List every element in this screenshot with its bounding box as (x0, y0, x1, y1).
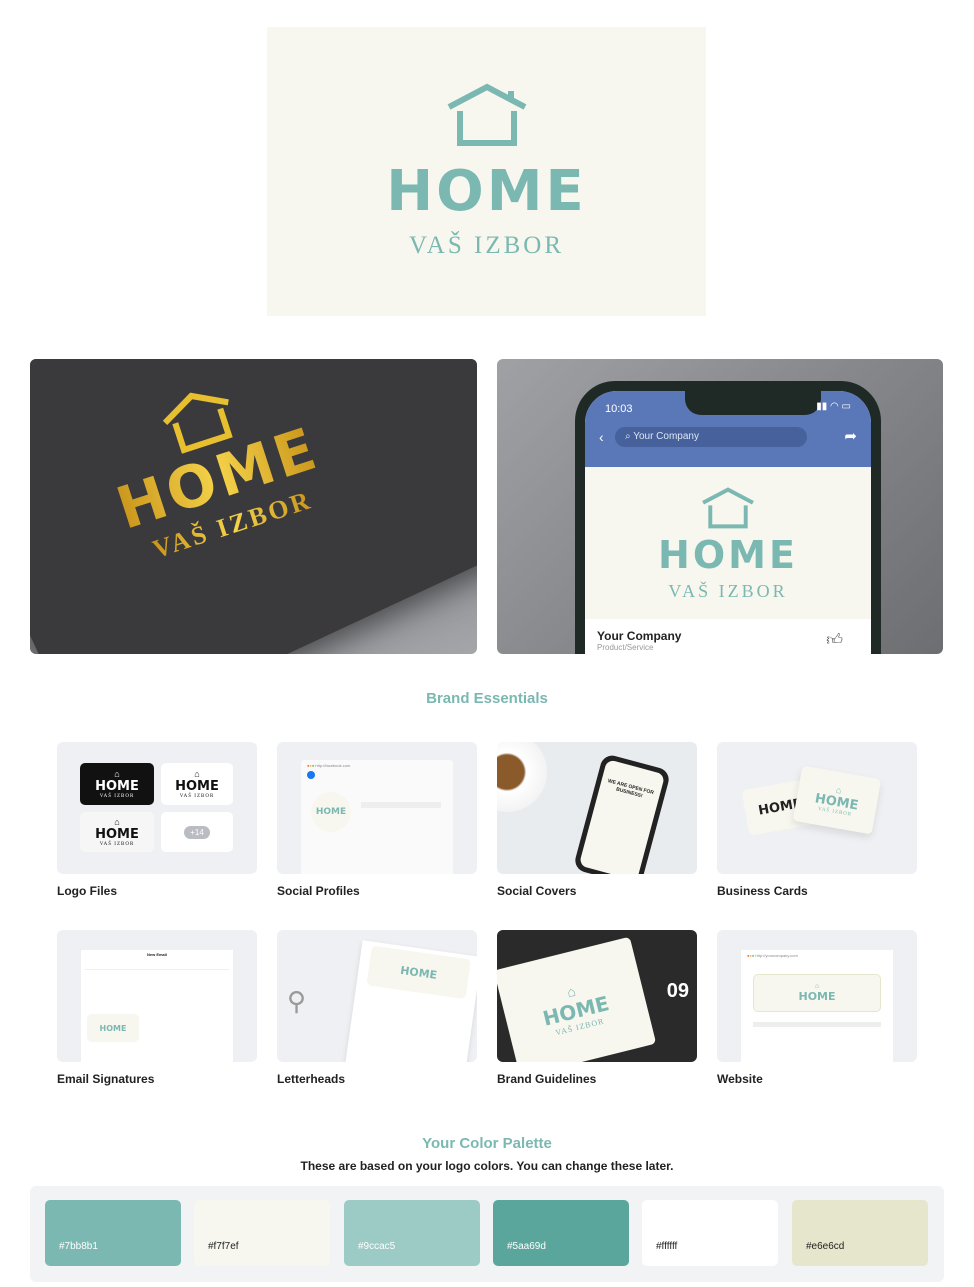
essential-label: Social Profiles (277, 884, 360, 898)
essential-business-cards[interactable]: HOME ⌂ HOME VAŠ IZBOR Business Cards (717, 742, 917, 898)
email-window-title: New Email (146, 952, 167, 957)
logo-name: HOME (386, 159, 587, 224)
more-count-badge: +14 (184, 825, 210, 839)
color-hex-label: #7bb8b1 (59, 1241, 98, 1252)
essential-website[interactable]: ●●● http://yourcompany.com ⌂ HOME Website (717, 930, 917, 1086)
essential-brand-guidelines[interactable]: 09 ⌂ HOME VAŠ IZBOR Brand Guidelines (497, 930, 697, 1086)
color-palette: #7bb8b1 #f7f7ef #9ccac5 #5aa69d #ffffff #e6e6… (30, 1186, 944, 1282)
share-icon[interactable]: ➦ (844, 427, 857, 445)
phone-logo-name: HOME (658, 533, 798, 577)
essential-label: Brand Guidelines (497, 1072, 597, 1086)
page-name: Your Company (597, 629, 682, 643)
browser-url: http://facebook.com (315, 763, 351, 768)
color-hex-label: #ffffff (656, 1241, 678, 1252)
status-time: 10:03 (605, 403, 633, 415)
search-bar[interactable]: ⌕ Your Company (615, 427, 807, 447)
house-icon (447, 83, 526, 146)
phone-logo-tagline: VAŠ IZBOR (668, 581, 788, 601)
essential-logo-files[interactable]: ⌂ HOME VAŠ IZBOR ⌂ HOME VAŠ IZBOR ⌂ HOME VAŠ I… (57, 742, 257, 898)
color-hex-label: #f7f7ef (208, 1241, 239, 1252)
color-swatch[interactable]: #e6e6cd (792, 1200, 928, 1266)
foil-stamp-mockup: HOME VAŠ IZBOR (30, 359, 477, 654)
color-swatch[interactable]: #f7f7ef (194, 1200, 330, 1266)
color-hex-label: #5aa69d (507, 1241, 546, 1252)
page-category: Product/Service (597, 643, 654, 652)
essential-label: Social Covers (497, 884, 577, 898)
cover-text: WE ARE OPEN FOR BUSINESS! (578, 759, 666, 874)
color-swatch[interactable]: #ffffff (642, 1200, 778, 1266)
essential-letterheads[interactable]: HOME ⚲ Letterheads (277, 930, 477, 1086)
palette-title: Your Color Palette (422, 1135, 552, 1152)
house-icon (702, 487, 754, 529)
search-text: Your Company (633, 431, 699, 442)
color-swatch[interactable]: #9ccac5 (344, 1200, 480, 1266)
like-icon[interactable]: 👍︎ (826, 631, 843, 650)
essential-label: Website (717, 1072, 763, 1086)
phone-mockup: 10:03 ▮▮ ◠ ▭ ‹ ⌕ Your Company ➦ HOME VAŠ… (497, 359, 943, 654)
back-icon[interactable]: ‹ (599, 429, 604, 445)
essential-email-signatures[interactable]: New Email HOME Email Signatures (57, 930, 257, 1086)
essential-label: Email Signatures (57, 1072, 155, 1086)
guidelines-page-number: 09 (666, 980, 689, 1002)
facebook-icon (307, 771, 315, 779)
logo-preview: HOME VAŠ IZBOR (267, 27, 706, 316)
essential-label: Business Cards (717, 884, 808, 898)
palette-subtitle: These are based on your logo colors. You… (300, 1159, 674, 1173)
essential-social-covers[interactable]: WE ARE OPEN FOR BUSINESS! Social Covers (497, 742, 697, 898)
status-icons: ▮▮ ◠ ▭ (816, 401, 851, 412)
essential-social-profiles[interactable]: ●●● http://facebook.com HOME Social Prof… (277, 742, 477, 898)
brand-essentials-title: Brand Essentials (426, 690, 548, 707)
logo-tagline: VAŠ IZBOR (408, 232, 565, 259)
color-hex-label: #e6e6cd (806, 1241, 845, 1252)
binder-clip-icon: ⚲ (287, 986, 307, 1016)
color-hex-label: #9ccac5 (358, 1241, 396, 1252)
essential-label: Logo Files (57, 884, 117, 898)
essential-label: Letterheads (277, 1072, 346, 1086)
browser-url: http://yourcompany.com (755, 953, 798, 958)
color-swatch[interactable]: #7bb8b1 (45, 1200, 181, 1266)
color-swatch[interactable]: #5aa69d (493, 1200, 629, 1266)
